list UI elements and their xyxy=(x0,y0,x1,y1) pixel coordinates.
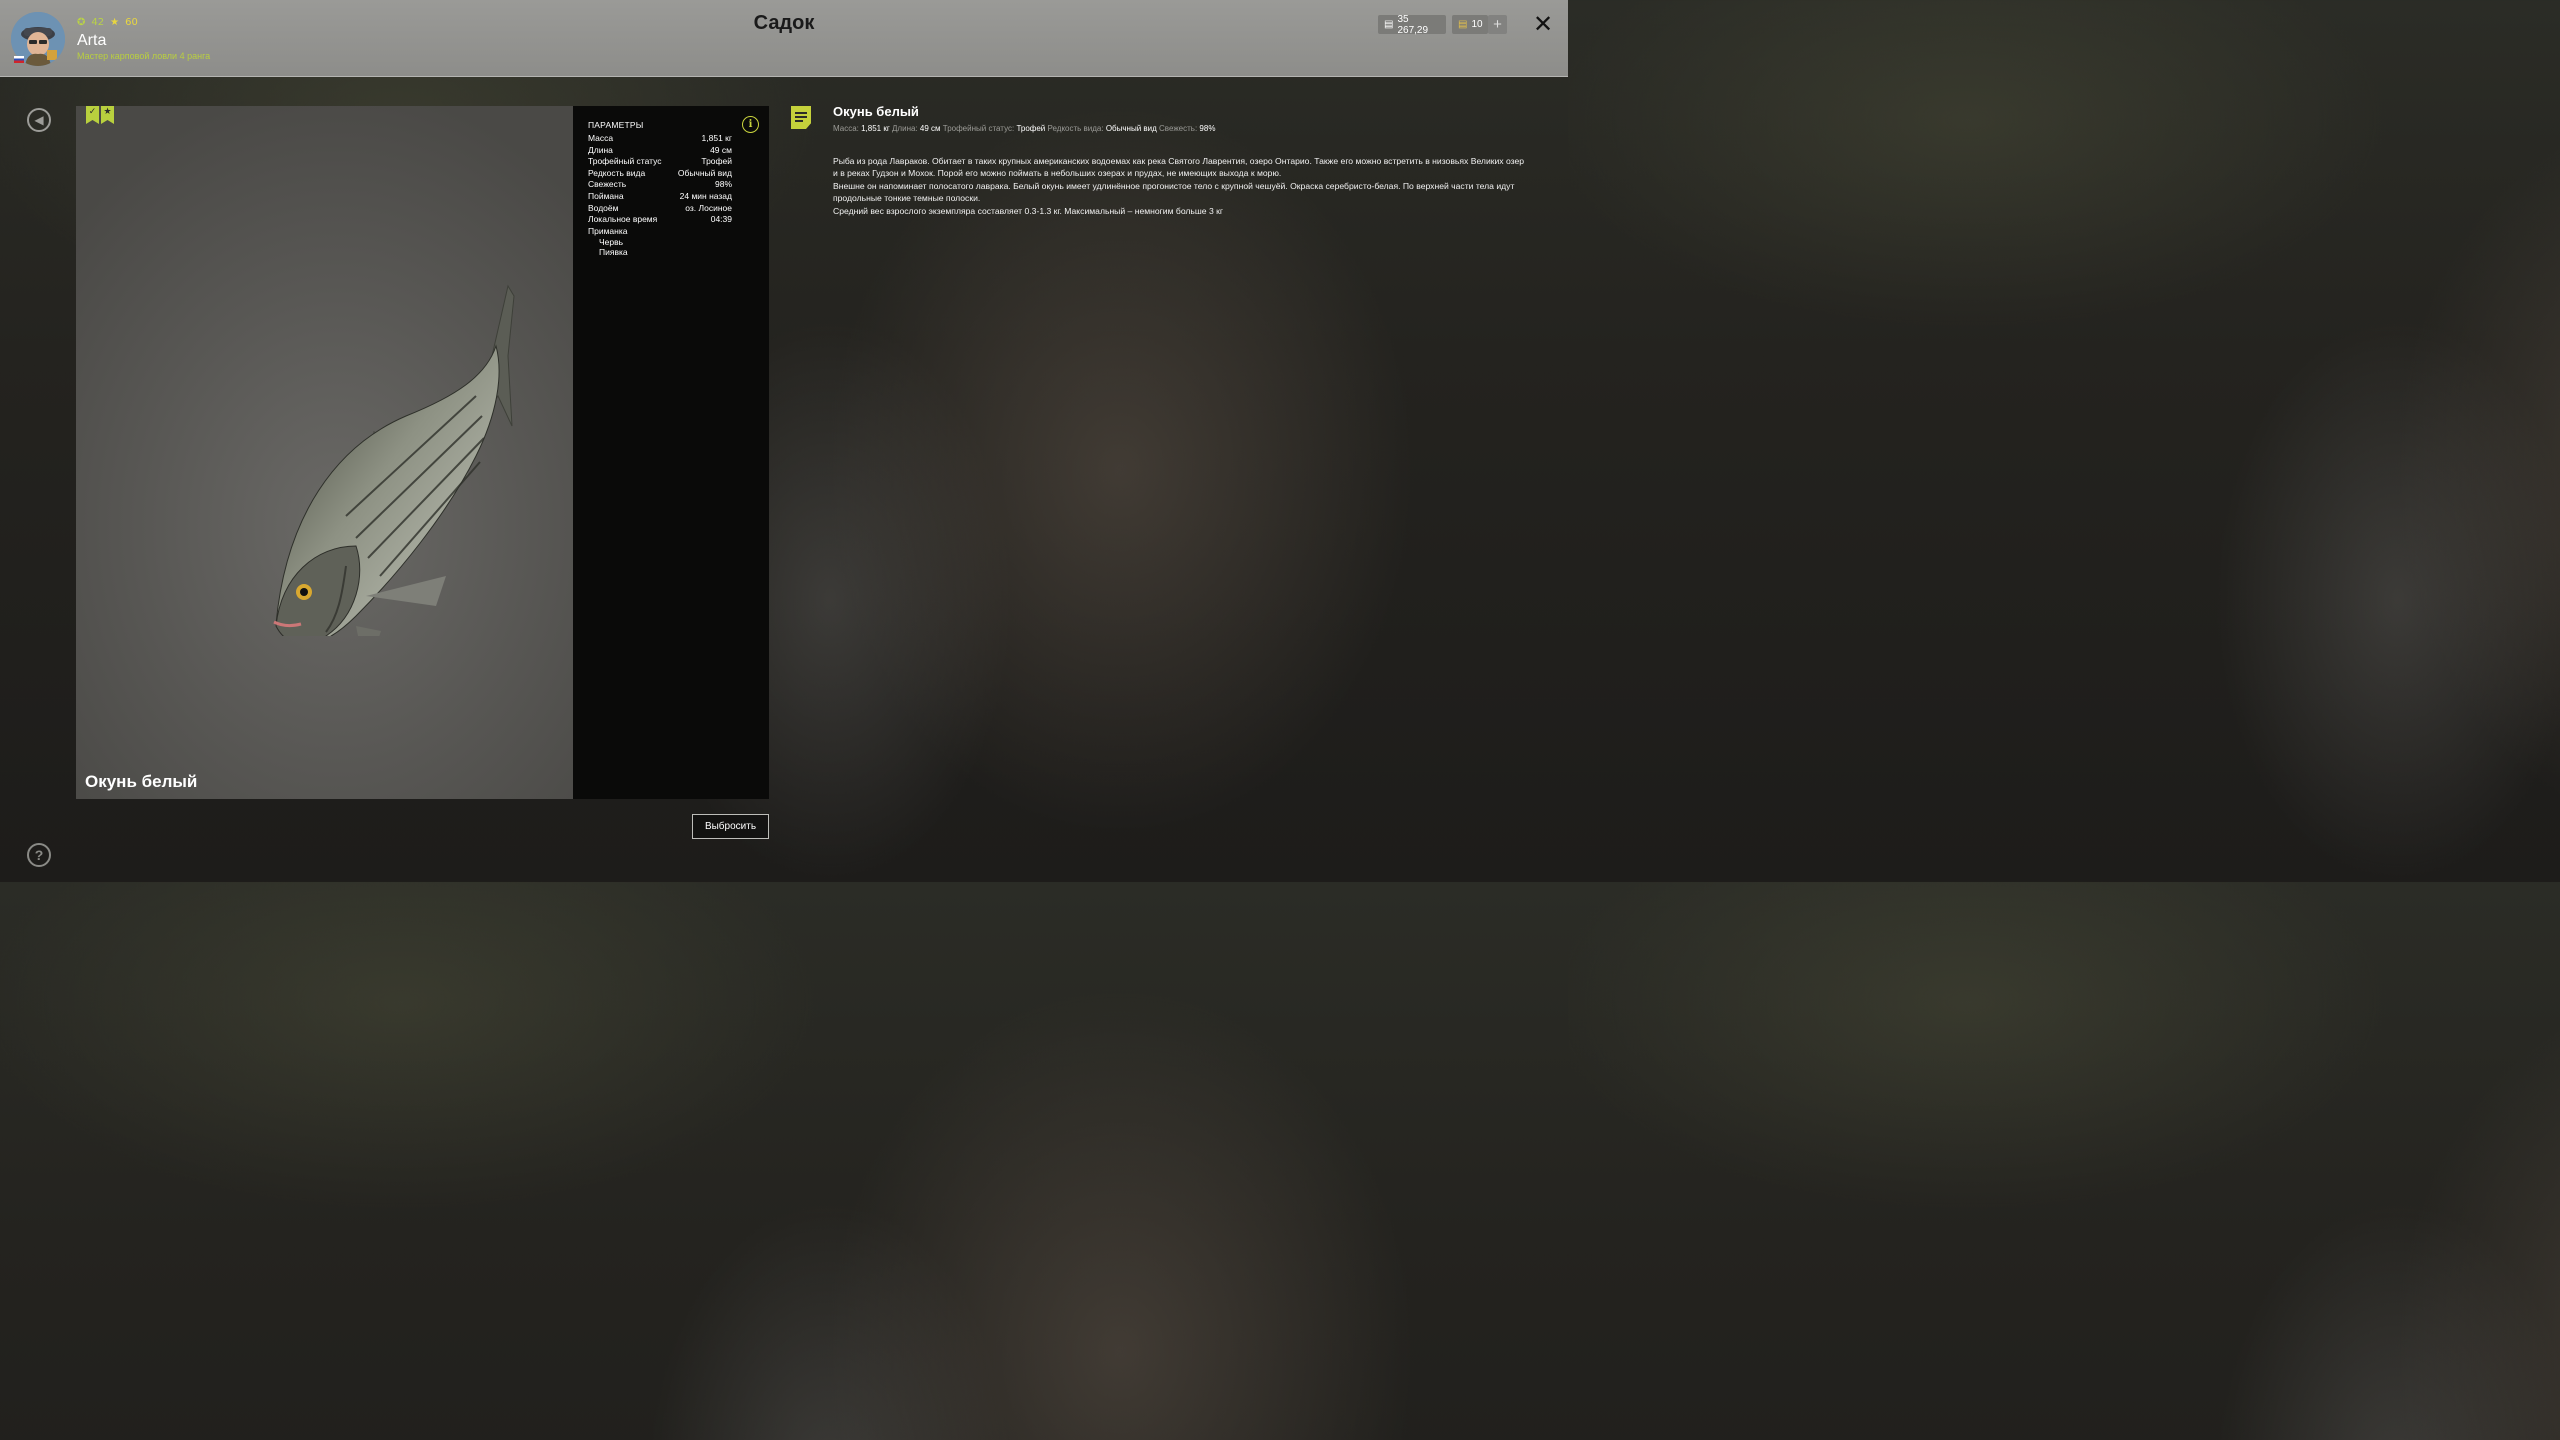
star-badge-icon: ★ xyxy=(101,106,114,124)
param-value: Обычный вид xyxy=(677,167,732,178)
param-row-trophy: Трофейный статус Трофей xyxy=(588,156,732,168)
fish-viewer[interactable]: ✓ ★ Окунь белый xyxy=(76,106,573,799)
silver-currency: ▤ 35 267,29 xyxy=(1378,13,1446,36)
meta-trophy: Трофей xyxy=(1016,124,1046,133)
description-paragraph: Средний вес взрослого экземпляра составл… xyxy=(833,205,1224,216)
back-button[interactable]: ◀ xyxy=(27,108,51,132)
param-row-waterbody: Водоём оз. Лосиное xyxy=(588,203,732,215)
release-button[interactable]: Выбросить xyxy=(692,814,769,839)
param-label: Длина xyxy=(588,144,613,155)
silver-amount: 35 267,29 xyxy=(1397,13,1429,36)
flag-icon xyxy=(14,56,24,63)
help-button[interactable]: ? xyxy=(27,843,51,867)
page-title: Садок xyxy=(753,12,815,34)
param-row-caught: Поймана 24 мин назад xyxy=(588,191,732,203)
param-label: Свежесть xyxy=(588,179,627,190)
bait-label: Приманка xyxy=(588,225,628,236)
notes-icon xyxy=(791,106,811,129)
top-bar: ✪ 42 ★ 60 Arta Мастер карповой ловли 4 р… xyxy=(0,0,1568,77)
meta-length: 49 см xyxy=(919,124,941,133)
player-rank: Мастер карповой ловли 4 ранга xyxy=(77,51,211,61)
gold-icon: ▤ xyxy=(1458,19,1468,30)
param-label: Трофейный статус xyxy=(588,156,662,167)
description-text: Рыба из рода Лавраков. Обитает в таких к… xyxy=(833,155,1528,217)
bait-item: Червь xyxy=(599,236,624,247)
param-label: Локальное время xyxy=(588,214,658,225)
param-row-mass: Масса 1,851 кг xyxy=(588,133,732,145)
meta-trophy-label: Трофейный статус: xyxy=(942,124,1015,133)
close-button[interactable]: ✕ xyxy=(1531,12,1555,36)
description-title: Окунь белый xyxy=(833,104,919,119)
param-value: 98% xyxy=(714,179,732,190)
fish-name-overlay: Окунь белый xyxy=(85,772,198,791)
param-label: Поймана xyxy=(588,190,624,201)
back-arrow-icon: ◀ xyxy=(34,113,44,127)
gold-amount: 10 xyxy=(1471,19,1483,30)
badges: ✓ ★ xyxy=(86,106,114,124)
meta-length-label: Длина: xyxy=(892,124,918,133)
meta-mass: 1,851 кг xyxy=(861,124,890,133)
param-label: Редкость вида xyxy=(588,167,646,178)
description-paragraph: Рыба из рода Лавраков. Обитает в таких к… xyxy=(833,156,1525,179)
info-icon[interactable]: i xyxy=(742,116,759,133)
silver-icon: ▤ xyxy=(1384,19,1394,30)
parameters-title: ПАРАМЕТРЫ xyxy=(588,120,644,130)
param-row-local-time: Локальное время 04:39 xyxy=(588,214,732,226)
param-value: Трофей xyxy=(701,156,732,167)
bait-item: Пиявка xyxy=(599,246,628,257)
add-gold-button[interactable]: + xyxy=(1488,15,1507,34)
param-value: 1,851 кг xyxy=(701,133,732,143)
meta-fresh: 98% xyxy=(1199,124,1216,133)
meta-mass-label: Масса: xyxy=(833,124,859,133)
param-value: 24 мин назад xyxy=(679,190,732,201)
parameters-list: Масса 1,851 кг Длина 49 см Трофейный ста… xyxy=(588,133,732,257)
meta-rarity-label: Редкость вида: xyxy=(1047,124,1104,133)
param-label: Водоём xyxy=(588,202,619,213)
param-value: 04:39 xyxy=(710,214,732,225)
param-row-freshness: Свежесть 98% xyxy=(588,179,732,191)
param-row-rarity: Редкость вида Обычный вид xyxy=(588,168,732,180)
param-row-length: Длина 49 см xyxy=(588,145,732,157)
meta-fresh-label: Свежесть: xyxy=(1159,124,1198,133)
param-value: оз. Лосиное xyxy=(685,202,732,213)
param-label: Масса xyxy=(588,133,614,143)
parameters-panel: ПАРАМЕТРЫ i Масса 1,851 кг Длина 49 см Т… xyxy=(573,106,769,799)
description-meta: Масса: 1,851 кг Длина: 49 см Трофейный с… xyxy=(833,124,1215,133)
trophy-check-badge-icon: ✓ xyxy=(86,106,99,124)
fish-model-image xyxy=(273,284,515,636)
meta-rarity: Обычный вид xyxy=(1105,124,1157,133)
description-paragraph: Внешне он напоминает полосатого лаврака.… xyxy=(833,180,1515,204)
param-value: 49 см xyxy=(710,144,732,155)
gold-currency: ▤ 10 xyxy=(1452,15,1488,34)
